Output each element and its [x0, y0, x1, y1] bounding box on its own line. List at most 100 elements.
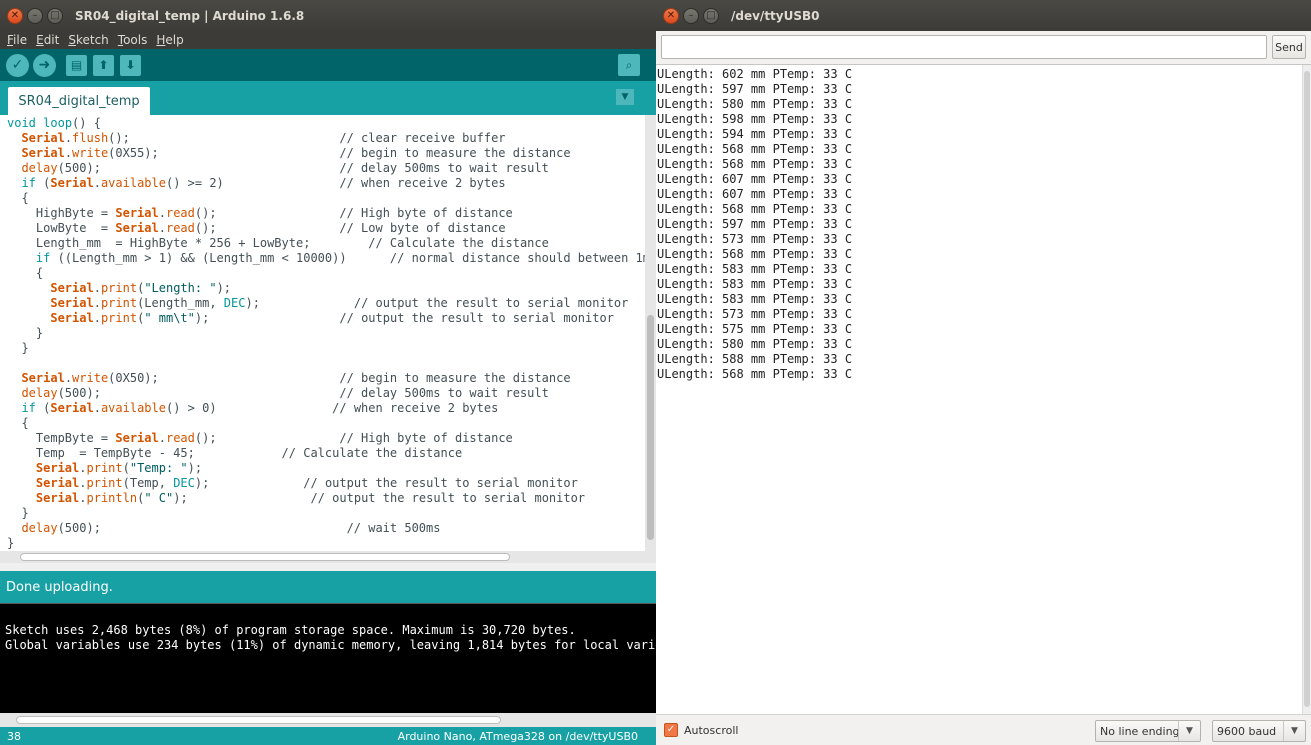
scrollbar-thumb[interactable] — [647, 315, 654, 540]
serial-line: ULength: 575 mm PTemp: 33 C — [657, 322, 853, 336]
autoscroll-toggle[interactable]: ✓ Autoscroll — [664, 723, 738, 737]
code-line[interactable]: HighByte = Serial.read(); // High byte o… — [7, 206, 645, 221]
maximize-icon[interactable]: □ — [47, 7, 63, 24]
console-output: Sketch uses 2,468 bytes (8%) of program … — [0, 603, 656, 713]
code-line[interactable]: LowByte = Serial.read(); // Low byte of … — [7, 221, 645, 236]
minimize-icon[interactable]: – — [683, 7, 699, 24]
chevron-down-icon: ▼ — [1283, 721, 1305, 741]
code-line[interactable]: Length_mm = HighByte * 256 + LowByte; //… — [7, 236, 645, 251]
open-button[interactable]: ⬆ — [93, 54, 114, 76]
editor-horizontal-scrollbar[interactable] — [0, 551, 656, 563]
code-line[interactable]: Temp = TempByte - 45; // Calculate the d… — [7, 446, 645, 461]
code-line[interactable]: if (Serial.available() >= 2) // when rec… — [7, 176, 645, 191]
monitor-bottom-bar: ✓ Autoscroll No line ending ▼ 9600 baud … — [656, 714, 1311, 745]
magnifier-icon: ⌕ — [625, 57, 633, 72]
editor-vertical-scrollbar[interactable] — [645, 115, 656, 551]
baud-rate-value: 9600 baud — [1217, 724, 1277, 738]
tab-menu-button[interactable]: ▼ — [616, 89, 634, 105]
maximize-icon[interactable]: □ — [703, 7, 719, 24]
ide-footer: 38 Arduino Nano, ATmega328 on /dev/ttyUS… — [0, 727, 656, 745]
menu-sketch[interactable]: Sketch — [68, 33, 108, 47]
code-line[interactable]: Serial.print("Temp: "); — [7, 461, 645, 476]
save-button[interactable]: ⬇ — [120, 54, 141, 76]
pane-divider[interactable] — [0, 563, 656, 571]
code-line[interactable]: { — [7, 416, 645, 431]
serial-line: ULength: 607 mm PTemp: 33 C — [657, 187, 853, 201]
code-line[interactable]: Serial.print("Length: "); — [7, 281, 645, 296]
serial-line: ULength: 598 mm PTemp: 33 C — [657, 112, 853, 126]
serial-output[interactable]: ULength: 602 mm PTemp: 33 C ULength: 597 … — [656, 64, 1311, 714]
code-line[interactable]: Serial.print(Length_mm, DEC); // output … — [7, 296, 645, 311]
menu-tools[interactable]: Tools — [118, 33, 148, 47]
code-line[interactable]: { — [7, 191, 645, 206]
serial-input[interactable] — [661, 35, 1267, 59]
serial-monitor-button[interactable]: ⌕ — [618, 54, 640, 76]
code-line[interactable]: Serial.write(0X50); // begin to measure … — [7, 371, 645, 386]
code-line[interactable]: delay(500); // delay 500ms to wait resul… — [7, 386, 645, 401]
close-icon[interactable]: ✕ — [7, 7, 23, 24]
code-line[interactable] — [7, 356, 645, 371]
line-ending-select[interactable]: No line ending ▼ — [1095, 720, 1201, 742]
scrollbar-thumb[interactable] — [20, 553, 510, 561]
code-line[interactable]: void loop() { — [7, 116, 645, 131]
console-line: Sketch uses 2,468 bytes (8%) of program … — [5, 623, 576, 637]
close-icon[interactable]: ✕ — [663, 7, 679, 24]
code-line[interactable]: delay(500); // wait 500ms — [7, 521, 645, 536]
new-file-icon: ▤ — [70, 58, 83, 72]
code-line[interactable]: Serial.println(" C"); // output the resu… — [7, 491, 645, 506]
up-arrow-icon: ⬆ — [98, 58, 109, 72]
send-button[interactable]: Send — [1272, 35, 1306, 59]
code-editor[interactable]: void loop() { Serial.flush(); // clear r… — [0, 115, 645, 551]
menu-file[interactable]: File — [7, 33, 27, 47]
serial-line: ULength: 573 mm PTemp: 33 C — [657, 232, 853, 246]
upload-button[interactable]: ➜ — [33, 53, 56, 77]
triangle-down-icon: ▼ — [621, 92, 629, 102]
monitor-vertical-scrollbar[interactable] — [1302, 65, 1311, 714]
code-line[interactable]: } — [7, 506, 645, 521]
desktop: ✕ – □ SR04_digital_temp | Arduino 1.6.8 … — [0, 0, 1311, 745]
monitor-window-title: /dev/ttyUSB0 — [731, 8, 820, 23]
menu-help[interactable]: Help — [156, 33, 183, 47]
code-line[interactable]: } — [7, 536, 645, 551]
code-line[interactable]: if ((Length_mm > 1) && (Length_mm < 1000… — [7, 251, 645, 266]
code-line[interactable]: Serial.print(Temp, DEC); // output the r… — [7, 476, 645, 491]
code-line[interactable]: { — [7, 266, 645, 281]
console-horizontal-scrollbar[interactable] — [0, 713, 656, 727]
minimize-icon[interactable]: – — [27, 7, 43, 24]
code-text[interactable]: void loop() { Serial.flush(); // clear r… — [0, 115, 645, 551]
code-line[interactable]: } — [7, 341, 645, 356]
serial-line: ULength: 568 mm PTemp: 33 C — [657, 247, 853, 261]
arduino-ide-window: ✕ – □ SR04_digital_temp | Arduino 1.6.8 … — [0, 0, 656, 745]
serial-line: ULength: 583 mm PTemp: 33 C — [657, 262, 853, 276]
right-arrow-icon: ➜ — [38, 57, 51, 73]
verify-button[interactable]: ✓ — [6, 53, 29, 77]
code-line[interactable]: TempByte = Serial.read(); // High byte o… — [7, 431, 645, 446]
code-line[interactable]: Serial.write(0X55); // begin to measure … — [7, 146, 645, 161]
autoscroll-checkbox[interactable]: ✓ — [664, 723, 678, 737]
scrollbar-thumb[interactable] — [16, 716, 501, 724]
code-line[interactable]: delay(500); // delay 500ms to wait resul… — [7, 161, 645, 176]
down-arrow-icon: ⬇ — [125, 58, 136, 72]
serial-line: ULength: 594 mm PTemp: 33 C — [657, 127, 853, 141]
tab-sketch[interactable]: SR04_digital_temp — [8, 87, 150, 115]
status-message: Done uploading. — [0, 571, 656, 603]
baud-rate-select[interactable]: 9600 baud ▼ — [1212, 720, 1306, 742]
new-button[interactable]: ▤ — [66, 54, 87, 76]
toolbar: ✓ ➜ ▤ ⬆ ⬇ ⌕ — [0, 49, 656, 81]
code-line[interactable]: Serial.print(" mm\t"); // output the res… — [7, 311, 645, 326]
serial-line: ULength: 588 mm PTemp: 33 C — [657, 352, 853, 366]
serial-line: ULength: 583 mm PTemp: 33 C — [657, 277, 853, 291]
window-controls: ✕ – □ — [7, 7, 63, 24]
line-ending-value: No line ending — [1100, 724, 1180, 738]
send-row: Send — [656, 31, 1311, 64]
serial-line: ULength: 597 mm PTemp: 33 C — [657, 82, 853, 96]
console-line: Global variables use 234 bytes (11%) of … — [5, 638, 656, 652]
code-line[interactable]: if (Serial.available() > 0) // when rece… — [7, 401, 645, 416]
scrollbar-thumb[interactable] — [1304, 71, 1310, 707]
serial-line: ULength: 583 mm PTemp: 33 C — [657, 292, 853, 306]
monitor-titlebar: ✕ – □ /dev/ttyUSB0 — [656, 0, 1311, 31]
code-line[interactable]: } — [7, 326, 645, 341]
menu-edit[interactable]: Edit — [36, 33, 59, 47]
tab-bar: SR04_digital_temp ▼ — [0, 81, 656, 115]
code-line[interactable]: Serial.flush(); // clear receive buffer — [7, 131, 645, 146]
